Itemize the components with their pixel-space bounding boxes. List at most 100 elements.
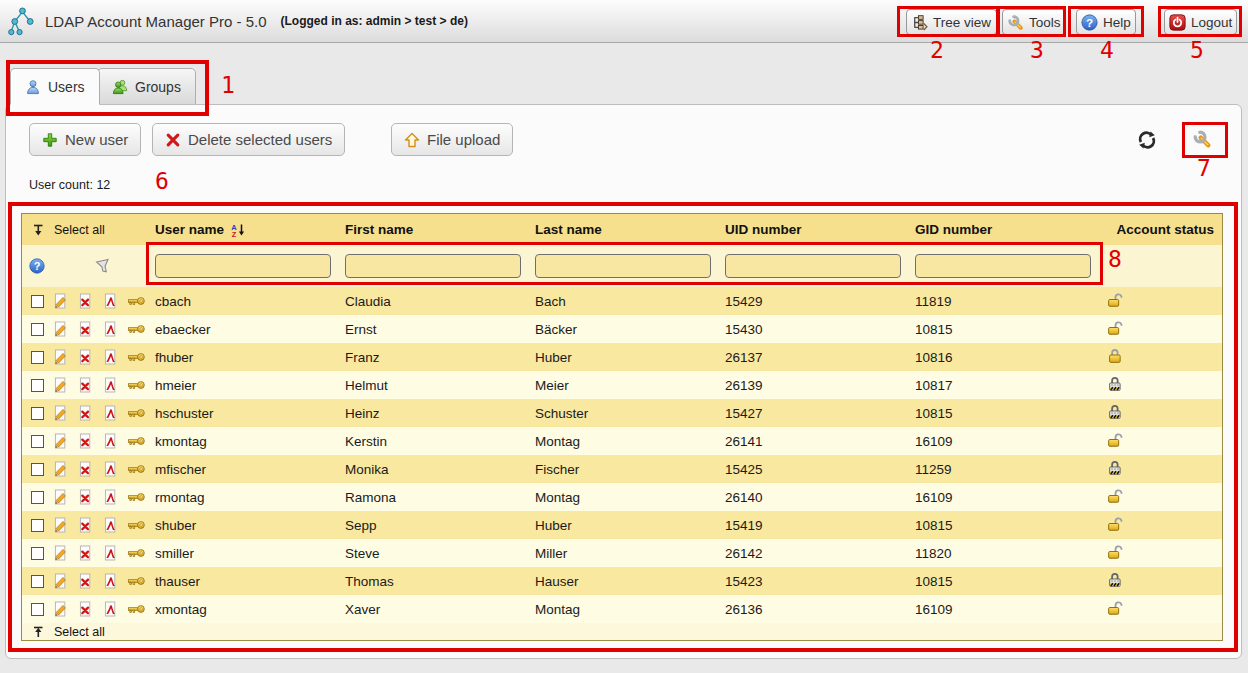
row-checkbox[interactable] — [31, 435, 44, 448]
cell-account-status — [1105, 543, 1222, 563]
password-key-icon[interactable] — [127, 575, 145, 587]
tab-users[interactable]: Users — [10, 68, 100, 105]
delete-user-icon[interactable] — [77, 405, 93, 421]
pdf-icon[interactable] — [102, 321, 118, 337]
arrow-up-icon — [32, 625, 46, 639]
edit-user-icon[interactable] — [52, 293, 68, 309]
pdf-icon[interactable] — [102, 349, 118, 365]
logout-button[interactable]: Logout — [1164, 9, 1237, 35]
filter-gid-number-input[interactable] — [915, 254, 1091, 278]
cell-first-name: Kerstin — [345, 434, 535, 449]
password-key-icon[interactable] — [127, 491, 145, 503]
delete-user-icon[interactable] — [77, 321, 93, 337]
refresh-icon[interactable] — [1137, 130, 1157, 150]
edit-user-icon[interactable] — [52, 349, 68, 365]
funnel-icon[interactable] — [95, 258, 112, 275]
edit-user-icon[interactable] — [52, 433, 68, 449]
pdf-icon[interactable] — [102, 573, 118, 589]
cell-first-name: Heinz — [345, 406, 535, 421]
cell-last-name: Huber — [535, 518, 725, 533]
cell-account-status — [1105, 515, 1222, 535]
delete-user-icon[interactable] — [77, 349, 93, 365]
edit-user-icon[interactable] — [52, 517, 68, 533]
cell-gid-number: 10815 — [915, 322, 1105, 337]
filter-first-name-input[interactable] — [345, 254, 521, 278]
delete-user-icon[interactable] — [77, 461, 93, 477]
edit-user-icon[interactable] — [52, 545, 68, 561]
delete-user-icon[interactable] — [77, 293, 93, 309]
filter-last-name-input[interactable] — [535, 254, 711, 278]
file-upload-button[interactable]: File upload — [391, 123, 513, 156]
password-key-icon[interactable] — [127, 407, 145, 419]
delete-user-icon[interactable] — [77, 433, 93, 449]
tools-button[interactable]: Tools — [1002, 9, 1066, 35]
pdf-icon[interactable] — [102, 293, 118, 309]
help-button[interactable]: Help — [1076, 9, 1136, 35]
pdf-icon[interactable] — [102, 601, 118, 617]
password-key-icon[interactable] — [127, 295, 145, 307]
delete-user-icon[interactable] — [77, 573, 93, 589]
user-row: fhuber Franz Huber 26137 10816 — [22, 343, 1222, 371]
delete-selected-users-button[interactable]: Delete selected users — [152, 123, 345, 156]
delete-user-icon[interactable] — [77, 601, 93, 617]
column-header-user-name[interactable]: User name — [155, 222, 345, 237]
select-all-bottom[interactable]: Select all — [22, 623, 1222, 640]
row-checkbox[interactable] — [31, 295, 44, 308]
row-checkbox[interactable] — [31, 323, 44, 336]
delete-user-icon[interactable] — [77, 545, 93, 561]
pdf-icon[interactable] — [102, 433, 118, 449]
tab-groups[interactable]: Groups — [97, 68, 196, 105]
delete-user-icon[interactable] — [77, 517, 93, 533]
new-user-button[interactable]: New user — [29, 123, 141, 156]
edit-user-icon[interactable] — [52, 489, 68, 505]
delete-user-icon[interactable] — [77, 489, 93, 505]
user-row: kmontag Kerstin Montag 26141 16109 — [22, 427, 1222, 455]
password-key-icon[interactable] — [127, 463, 145, 475]
user-row: thauser Thomas Hauser 15423 10815 — [22, 567, 1222, 595]
row-checkbox[interactable] — [31, 407, 44, 420]
edit-user-icon[interactable] — [52, 573, 68, 589]
row-checkbox[interactable] — [31, 351, 44, 364]
password-key-icon[interactable] — [127, 323, 145, 335]
password-key-icon[interactable] — [127, 379, 145, 391]
pdf-icon[interactable] — [102, 405, 118, 421]
filter-user-name-input[interactable] — [155, 254, 331, 278]
app-title: LDAP Account Manager Pro - 5.0 — [45, 13, 267, 30]
pdf-icon[interactable] — [102, 489, 118, 505]
pdf-icon[interactable] — [102, 461, 118, 477]
edit-user-icon[interactable] — [52, 321, 68, 337]
row-checkbox[interactable] — [31, 547, 44, 560]
edit-user-icon[interactable] — [52, 377, 68, 393]
pdf-icon[interactable] — [102, 545, 118, 561]
delete-user-icon[interactable] — [77, 377, 93, 393]
row-checkbox[interactable] — [31, 379, 44, 392]
filter-help-icon[interactable] — [29, 258, 45, 274]
row-checkbox[interactable] — [31, 463, 44, 476]
row-checkbox[interactable] — [31, 519, 44, 532]
settings-wrench-icon[interactable] — [1192, 129, 1212, 149]
row-checkbox[interactable] — [31, 491, 44, 504]
cell-uid-number: 26137 — [725, 350, 915, 365]
sort-az-icon[interactable] — [229, 223, 247, 237]
lock-open-icon — [1106, 515, 1125, 532]
password-key-icon[interactable] — [127, 435, 145, 447]
cell-gid-number: 16109 — [915, 434, 1105, 449]
pdf-icon[interactable] — [102, 517, 118, 533]
edit-user-icon[interactable] — [52, 601, 68, 617]
password-key-icon[interactable] — [127, 519, 145, 531]
filter-uid-number-input[interactable] — [725, 254, 901, 278]
password-key-icon[interactable] — [127, 603, 145, 615]
cell-gid-number: 10816 — [915, 350, 1105, 365]
password-key-icon[interactable] — [127, 547, 145, 559]
tree-view-button[interactable]: Tree view — [906, 9, 997, 35]
cell-user-name: rmontag — [155, 490, 345, 505]
edit-user-icon[interactable] — [52, 405, 68, 421]
pdf-icon[interactable] — [102, 377, 118, 393]
row-checkbox[interactable] — [31, 603, 44, 616]
x-mark-icon — [165, 132, 181, 148]
cell-user-name: ebaecker — [155, 322, 345, 337]
select-all-top[interactable]: Select all — [22, 223, 155, 237]
row-checkbox[interactable] — [31, 575, 44, 588]
edit-user-icon[interactable] — [52, 461, 68, 477]
password-key-icon[interactable] — [127, 351, 145, 363]
